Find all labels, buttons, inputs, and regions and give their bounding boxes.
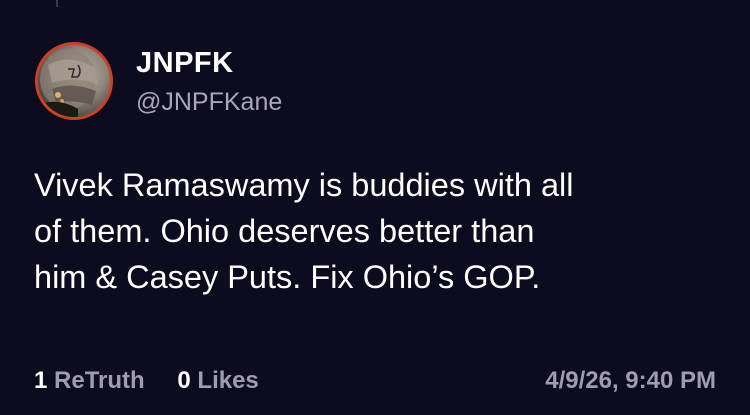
likes-stat[interactable]: 0 Likes — [177, 365, 258, 397]
post-text-line: of them. Ohio deserves better than — [34, 213, 535, 249]
user-handle[interactable]: @JNPFKane — [136, 87, 282, 117]
post-text: Vivek Ramaswamy is buddies with all of t… — [34, 162, 724, 300]
retruths-stat[interactable]: 1 ReTruth — [34, 365, 145, 397]
post-stats: 1 ReTruth 0 Likes — [34, 365, 285, 397]
likes-count: 0 — [177, 367, 191, 394]
avatar-image — [38, 49, 98, 117]
post-text-line: him & Casey Puts. Fix Ohio’s GOP. — [34, 259, 541, 295]
top-divider-remnant — [56, 0, 58, 7]
retruths-count: 1 — [34, 367, 48, 394]
post-text-line: Vivek Ramaswamy is buddies with all — [34, 167, 574, 203]
likes-label: Likes — [197, 367, 259, 394]
avatar[interactable] — [35, 42, 113, 120]
retruths-label: ReTruth — [54, 367, 145, 394]
post-timestamp: 4/9/26, 9:40 PM — [545, 367, 716, 394]
display-name[interactable]: JNPFK — [136, 46, 234, 80]
